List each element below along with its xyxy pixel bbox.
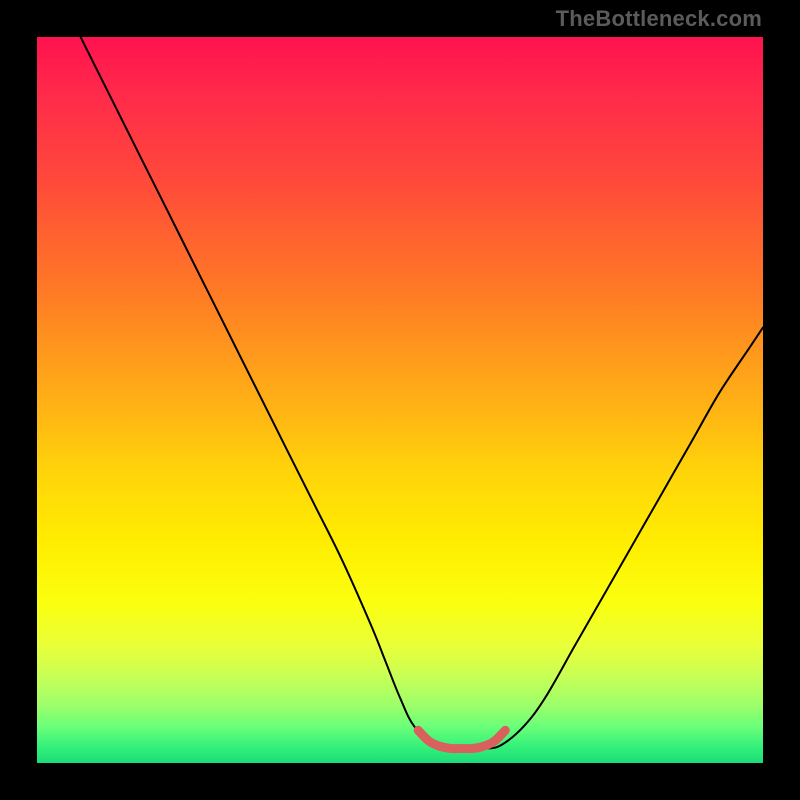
red-segment-path bbox=[418, 730, 505, 748]
chart-svg bbox=[37, 37, 763, 763]
chart-frame: TheBottleneck.com bbox=[0, 0, 800, 800]
black-curve-path bbox=[81, 37, 763, 749]
attribution-text: TheBottleneck.com bbox=[556, 6, 762, 32]
plot-area bbox=[37, 37, 763, 763]
